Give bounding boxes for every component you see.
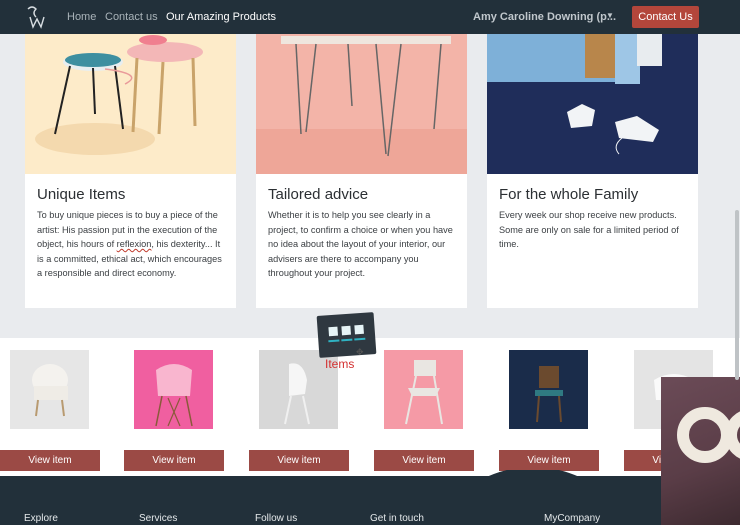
item-image-wood-chair[interactable] [509,350,588,429]
spellcheck-word: reflexion [116,239,152,250]
footer-column-get-in-touch: Get in touch [370,513,424,524]
footer-column-explore: Explore [24,513,58,524]
view-item-button[interactable]: View item [499,450,599,471]
chevron-down-icon[interactable]: ▼ [606,11,614,20]
items-drag-badge[interactable] [316,312,377,358]
video-overlay[interactable] [661,377,740,525]
items-badge-label: Items [325,357,355,371]
view-item-button[interactable]: View item [249,450,349,471]
card-text: To buy unique pieces is to buy a piece o… [37,210,222,279]
footer-column-follow-us: Follow us [255,513,298,524]
move-cursor-icon: ✥ [356,347,364,357]
footer-column-services: Services [139,513,178,524]
navbar: Home Contact us Our Amazing Products Amy… [0,0,740,34]
nav-link-our-amazing-products[interactable]: Our Amazing Products [166,11,276,23]
view-item-button[interactable]: View item [124,450,224,471]
items-carousel: View item View item View item View item … [0,338,740,490]
item-image-armchair[interactable] [10,350,89,429]
feature-card-unique-items: Unique Items To buy unique pieces is to … [25,34,236,308]
nav-link-home[interactable]: Home [67,11,96,23]
card-text: Every week our shop receive new products… [499,210,679,250]
page-scrollbar[interactable] [735,210,739,380]
user-menu[interactable]: Amy Caroline Downing (p... [473,11,616,23]
contact-us-button[interactable]: Contact Us [632,6,699,28]
card-title: For the whole Family [499,186,639,203]
item-image-pink-chair[interactable] [134,350,213,429]
card-image-side-tables [25,34,236,174]
view-item-button[interactable]: View item [374,450,474,471]
card-image-desk [256,34,467,174]
card-title: Tailored advice [268,186,369,203]
view-item-button[interactable]: View item [0,450,100,471]
footer-column-mycompany: MyCompany [544,513,601,524]
item-image-folding-chair[interactable] [384,350,463,429]
nav-link-contact-us[interactable]: Contact us [105,11,158,23]
feature-card-tailored-advice: Tailored advice Whether it is to help yo… [256,34,467,308]
feature-card-whole-family: For the whole Family Every week our shop… [487,34,698,308]
card-text: Whether it is to help you see clearly in… [268,210,453,279]
card-title: Unique Items [37,186,126,203]
card-image-cabinet-sneakers [487,34,698,174]
brand-logo-icon[interactable] [24,3,50,31]
